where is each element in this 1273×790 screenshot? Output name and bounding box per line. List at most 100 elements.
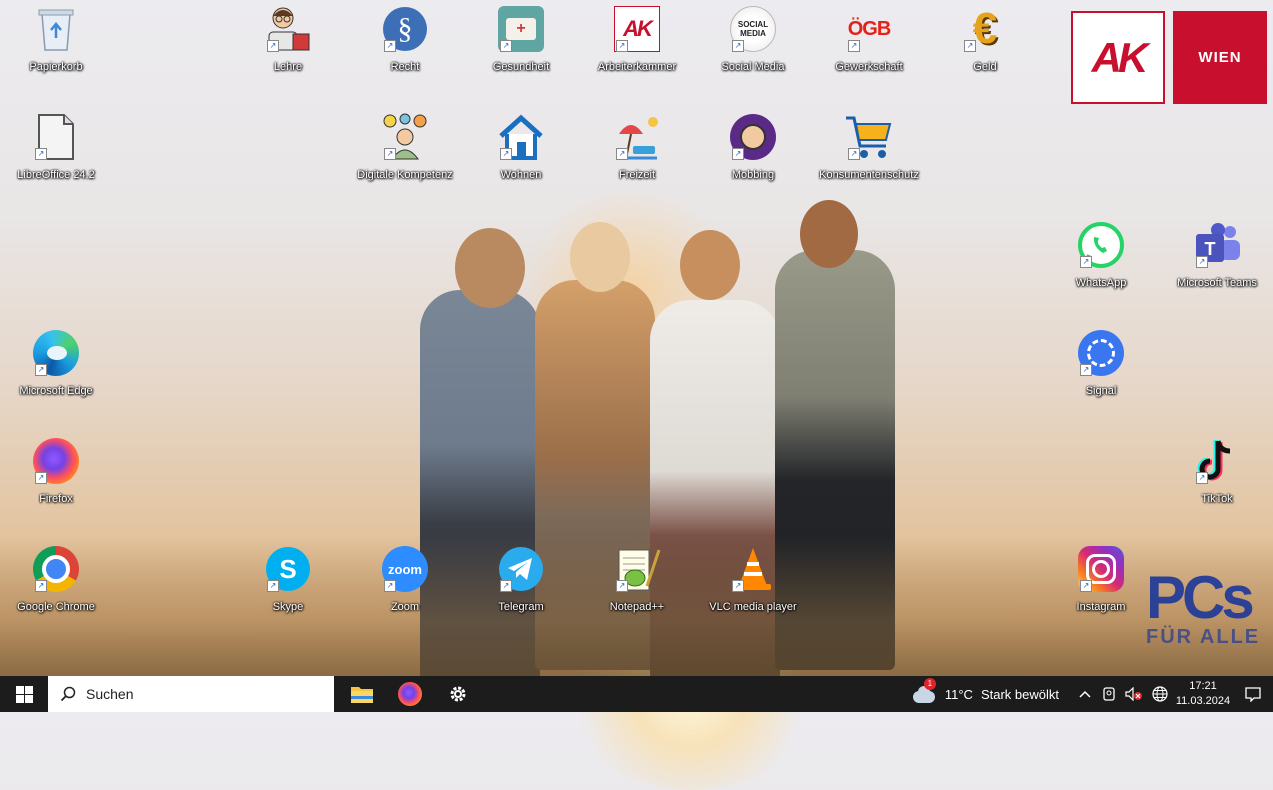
shortcut-arrow-icon: ↗	[500, 148, 512, 160]
desktop-icon-gewerkschaft[interactable]: ÖGB ↗ Gewerkschaft	[819, 4, 919, 90]
speaker-muted-icon	[1125, 687, 1142, 701]
search-icon	[60, 686, 76, 702]
pcs-logo-subtext: FÜR ALLE	[1146, 626, 1261, 648]
desktop-icon-whatsapp[interactable]: ↗ WhatsApp	[1051, 220, 1151, 306]
shortcut-arrow-icon: ↗	[500, 580, 512, 592]
desktop-icon-label: Papierkorb	[29, 61, 83, 73]
desktop-icon-libreoffice[interactable]: ↗ LibreOffice 24.2	[6, 112, 106, 198]
recycle-bin-icon	[31, 4, 81, 54]
search-placeholder: Suchen	[86, 686, 134, 702]
desktop-icon-firefox[interactable]: ↗ Firefox	[6, 436, 106, 522]
notepad-icon: ↗	[612, 544, 662, 594]
desktop-icon-telegram[interactable]: ↗ Telegram	[471, 544, 571, 630]
desktop-icon-label: Digitale Kompetenz	[357, 169, 453, 181]
taskbar-file-explorer[interactable]	[338, 676, 386, 712]
windows-logo-icon	[15, 685, 33, 703]
desktop-icon-konsumentenschutz[interactable]: ↗ Konsumentenschutz	[819, 112, 919, 198]
desktop-icon-zoom[interactable]: zoom ↗ Zoom	[355, 544, 455, 630]
desktop-icon-recycle-bin[interactable]: Papierkorb	[6, 4, 106, 90]
desktop-icon-notepad-plus-plus[interactable]: ↗ Notepad++	[587, 544, 687, 630]
desktop-icon-arbeiterkammer[interactable]: AK ↗ Arbeiterkammer	[587, 4, 687, 90]
desktop-icon-freizeit[interactable]: ↗ Freizeit	[587, 112, 687, 198]
shortcut-arrow-icon: ↗	[1080, 256, 1092, 268]
firefox-icon: ↗	[31, 436, 81, 486]
shortcut-arrow-icon: ↗	[732, 580, 744, 592]
desktop-icon-instagram[interactable]: ↗ Instagram	[1051, 544, 1151, 630]
desktop-icon-microsoft-teams[interactable]: T ↗ Microsoft Teams	[1167, 220, 1267, 306]
desktop-icon-vlc[interactable]: ↗ VLC media player	[703, 544, 803, 630]
desktop-icon-label: WhatsApp	[1075, 277, 1127, 289]
ak-icon: AK ↗	[612, 4, 662, 54]
desktop-icon-wohnen[interactable]: ↗ Wohnen	[471, 112, 571, 198]
mobbing-icon: ↗	[728, 112, 778, 162]
desktop-icon-label: Skype	[272, 601, 304, 613]
desktop-icon-label: Gewerkschaft	[835, 61, 903, 73]
desktop-icon-social-media[interactable]: SOCIAL MEDIA ↗ Social Media	[703, 4, 803, 90]
pcs-logo-text: PCs	[1146, 564, 1255, 631]
taskbar-firefox[interactable]	[386, 676, 434, 712]
weather-widget[interactable]: 1 11°C Stark bewölkt	[911, 676, 1073, 712]
gear-icon	[450, 686, 466, 702]
shortcut-arrow-icon: ↗	[964, 40, 976, 52]
chrome-icon: ↗	[31, 544, 81, 594]
weather-notification-badge: 1	[923, 678, 936, 690]
instagram-icon: ↗	[1076, 544, 1126, 594]
desktop-icon-label: Notepad++	[609, 601, 665, 613]
desktop-icon-gesundheit[interactable]: + ↗ Gesundheit	[471, 4, 571, 90]
shortcut-arrow-icon: ↗	[35, 364, 47, 376]
weather-description: Stark bewölkt	[980, 686, 1059, 702]
ogb-text: ÖGB	[847, 17, 892, 40]
whatsapp-icon: ↗	[1076, 220, 1126, 270]
desktop-icon-signal[interactable]: ↗ Signal	[1051, 328, 1151, 414]
shortcut-arrow-icon: ↗	[848, 148, 860, 160]
ideas-icon: ↗	[380, 112, 430, 162]
desktop-icon-recht[interactable]: § ↗ Recht	[355, 4, 455, 90]
start-button[interactable]	[0, 676, 48, 712]
desktop-icon-label: Microsoft Edge	[19, 385, 93, 397]
desktop-icon-digitale-kompetenz[interactable]: ↗ Digitale Kompetenz	[355, 112, 455, 198]
shortcut-arrow-icon: ↗	[384, 148, 396, 160]
desktop-icon-label: LibreOffice 24.2	[17, 169, 95, 181]
telegram-icon: ↗	[496, 544, 546, 594]
desktop-icon-label: Freizeit	[618, 169, 656, 181]
desktop-icon-skype[interactable]: S ↗ Skype	[238, 544, 338, 630]
desktop-icon-label: Recht	[390, 61, 420, 73]
shortcut-arrow-icon: ↗	[35, 148, 47, 160]
desktop-icon-google-chrome[interactable]: ↗ Google Chrome	[6, 544, 106, 630]
folder-icon	[351, 687, 373, 703]
shortcut-arrow-icon: ↗	[732, 148, 744, 160]
shortcut-arrow-icon: ↗	[500, 40, 512, 52]
shortcut-arrow-icon: ↗	[848, 40, 860, 52]
notification-center-button[interactable]	[1233, 676, 1273, 712]
teacher-icon: ↗	[263, 4, 313, 54]
shortcut-arrow-icon: ↗	[1196, 256, 1208, 268]
desktop-icon-lehre[interactable]: ↗ Lehre	[238, 4, 338, 90]
shortcut-arrow-icon: ↗	[1080, 580, 1092, 592]
desktop-icon-geld[interactable]: € ↗ Geld	[935, 4, 1035, 90]
camera-tray-button[interactable]	[1097, 676, 1121, 712]
wallpaper-person-2-head	[570, 222, 630, 292]
shortcut-arrow-icon: ↗	[267, 40, 279, 52]
desktop-icon-tiktok[interactable]: ↗ TikTok	[1167, 436, 1267, 522]
shortcut-arrow-icon: ↗	[35, 472, 47, 484]
shortcut-arrow-icon: ↗	[616, 148, 628, 160]
show-hidden-icons-button[interactable]	[1073, 676, 1097, 712]
shortcut-arrow-icon: ↗	[616, 40, 628, 52]
desktop-icon-microsoft-edge[interactable]: ↗ Microsoft Edge	[6, 328, 106, 414]
wallpaper-person-3-head	[680, 230, 740, 300]
volume-tray-button[interactable]	[1121, 676, 1147, 712]
taskbar-settings[interactable]	[434, 676, 482, 712]
desktop-icon-label: Microsoft Teams	[1177, 277, 1257, 289]
cart-icon: ↗	[844, 112, 894, 162]
social-media-icon: SOCIAL MEDIA ↗	[728, 4, 778, 54]
clock[interactable]: 17:21 11.03.2024	[1173, 676, 1233, 712]
network-tray-button[interactable]	[1147, 676, 1173, 712]
shortcut-arrow-icon: ↗	[384, 580, 396, 592]
taskbar-search-box[interactable]: Suchen	[48, 676, 334, 712]
desktop-icon-label: Firefox	[39, 493, 73, 505]
wallpaper-person-4-head	[800, 200, 858, 268]
clock-time: 17:21	[1189, 680, 1217, 692]
desktop-icon-mobbing[interactable]: ↗ Mobbing	[703, 112, 803, 198]
euro-icon: € ↗	[960, 4, 1010, 54]
skype-icon: S ↗	[263, 544, 313, 594]
